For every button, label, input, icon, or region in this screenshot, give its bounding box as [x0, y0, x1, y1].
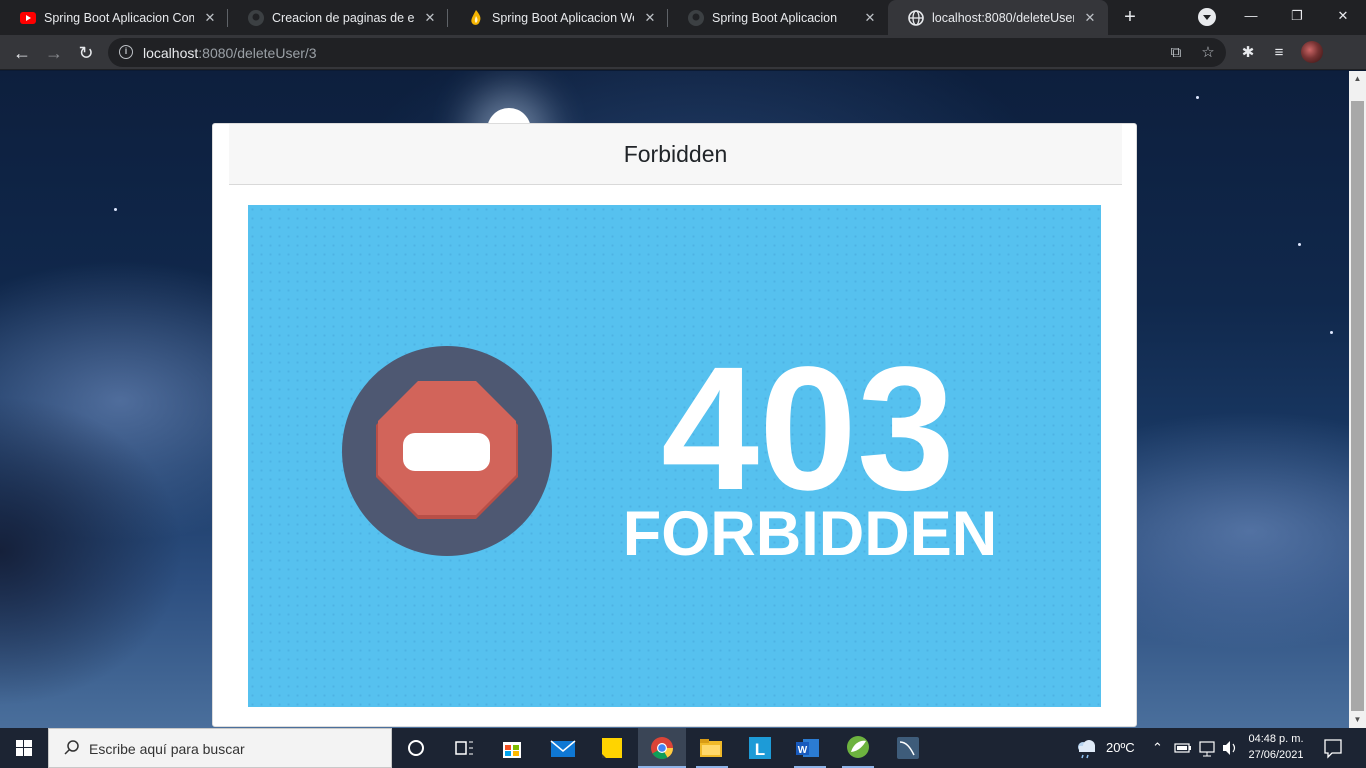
close-icon[interactable]: ✕: [422, 10, 438, 26]
reload-icon[interactable]: ↻: [72, 39, 100, 67]
file-explorer-icon[interactable]: [688, 728, 736, 768]
browser-tab-active[interactable]: localhost:8080/deleteUser/3 ✕: [888, 0, 1108, 35]
site-info-icon[interactable]: i: [119, 45, 133, 59]
cortana-icon[interactable]: [392, 728, 440, 768]
back-arrow-icon[interactable]: ←: [8, 39, 36, 67]
tab-search-icon[interactable]: [1198, 8, 1216, 26]
browser-toolbar: ← → ↻ i localhost:8080/deleteUser/3 ⧉ ☆ …: [0, 35, 1366, 70]
restore-button[interactable]: ❐: [1274, 0, 1320, 30]
error-card: Forbidden 403 FORBIDDEN: [212, 123, 1137, 727]
address-url: localhost:8080/deleteUser/3: [143, 45, 317, 61]
new-tab-button[interactable]: +: [1118, 5, 1142, 29]
spring-tool-suite-icon[interactable]: [834, 728, 882, 768]
browser-tab[interactable]: Spring Boot Aplicacion ✕: [668, 0, 888, 35]
word-icon[interactable]: W: [786, 728, 834, 768]
profile-avatar[interactable]: [1301, 41, 1323, 63]
sticky-notes-icon[interactable]: [588, 728, 636, 768]
tab-title: localhost:8080/deleteUser/3: [932, 10, 1074, 25]
svg-text:L: L: [755, 740, 765, 759]
background-star: [114, 208, 117, 211]
close-icon[interactable]: ✕: [862, 10, 878, 26]
github-icon: [688, 9, 704, 26]
scroll-up-arrow-icon[interactable]: ▲: [1349, 71, 1366, 87]
store-icon[interactable]: [488, 728, 536, 768]
minimize-button[interactable]: —: [1228, 0, 1274, 30]
launcher-l-icon[interactable]: L: [736, 728, 784, 768]
background-star: [1196, 96, 1199, 99]
browser-tab[interactable]: Creacion de paginas de error ✕: [228, 0, 448, 35]
globe-icon: [908, 9, 924, 26]
address-bar[interactable]: i localhost:8080/deleteUser/3 ⧉ ☆: [108, 38, 1226, 67]
close-icon[interactable]: ✕: [642, 10, 658, 26]
notifications-icon[interactable]: [1322, 728, 1344, 768]
browser-tab[interactable]: Spring Boot Aplicacion Comp ✕: [0, 0, 228, 35]
bookmark-star-icon[interactable]: ☆: [1199, 44, 1217, 62]
close-window-button[interactable]: ✕: [1320, 0, 1366, 30]
youtube-icon: [20, 10, 36, 26]
weather-icon[interactable]: [1074, 728, 1098, 768]
browser-tab[interactable]: Spring Boot Aplicacion Web F ✕: [448, 0, 668, 35]
github-icon: [248, 9, 264, 26]
tab-title: Spring Boot Aplicacion Comp: [44, 10, 194, 25]
weather-temperature[interactable]: 20ºC: [1106, 728, 1135, 768]
svg-text:W: W: [798, 745, 808, 756]
network-icon[interactable]: [1199, 728, 1217, 768]
tab-strip: Spring Boot Aplicacion Comp ✕ Creacion d…: [0, 0, 1366, 35]
clock-time: 04:48 p. m.: [1248, 733, 1304, 745]
background-star: [1298, 243, 1301, 246]
tab-title: Spring Boot Aplicacion Web F: [492, 10, 634, 25]
windows-taskbar: Escribe aquí para buscar L W 20ºC ⌃ 04:4…: [0, 728, 1366, 768]
flame-icon: [468, 9, 484, 26]
task-view-icon[interactable]: [440, 728, 488, 768]
taskbar-search-input[interactable]: Escribe aquí para buscar: [48, 728, 392, 768]
background-star: [1330, 331, 1333, 334]
chevron-up-icon[interactable]: ⌃: [1152, 728, 1163, 768]
forbidden-image: 403 FORBIDDEN: [248, 205, 1101, 707]
scroll-down-arrow-icon[interactable]: ▼: [1349, 712, 1366, 728]
extensions-puzzle-icon[interactable]: ✱: [1238, 43, 1258, 63]
tab-title: Creacion de paginas de error: [272, 10, 414, 25]
card-header: Forbidden: [229, 124, 1122, 185]
volume-icon[interactable]: [1221, 728, 1239, 768]
close-icon[interactable]: ✕: [1082, 10, 1098, 26]
system-clock[interactable]: 04:48 p. m. 27/06/2021: [1240, 731, 1312, 763]
page-scrollbar[interactable]: ▲ ▼: [1349, 71, 1366, 728]
media-queue-icon[interactable]: ≡: [1269, 43, 1289, 63]
translate-icon[interactable]: ⧉: [1167, 44, 1185, 62]
error-label: FORBIDDEN: [623, 499, 998, 569]
close-icon[interactable]: ✕: [202, 10, 218, 26]
stop-sign-bar: [403, 433, 490, 471]
search-icon: [64, 740, 79, 755]
clock-date: 27/06/2021: [1248, 749, 1304, 761]
search-placeholder: Escribe aquí para buscar: [89, 741, 245, 757]
tab-title: Spring Boot Aplicacion: [712, 10, 838, 25]
scrollbar-thumb[interactable]: [1351, 101, 1364, 711]
battery-icon[interactable]: [1174, 728, 1192, 768]
error-code: 403: [661, 331, 955, 527]
mysql-workbench-icon[interactable]: [884, 728, 932, 768]
page-viewport: Forbidden 403 FORBIDDEN: [0, 71, 1349, 728]
forward-arrow-icon[interactable]: →: [40, 39, 68, 67]
mail-icon[interactable]: [538, 728, 586, 768]
start-windows-icon[interactable]: [0, 728, 48, 768]
chrome-icon[interactable]: [638, 728, 686, 768]
page-title: Forbidden: [623, 140, 728, 167]
